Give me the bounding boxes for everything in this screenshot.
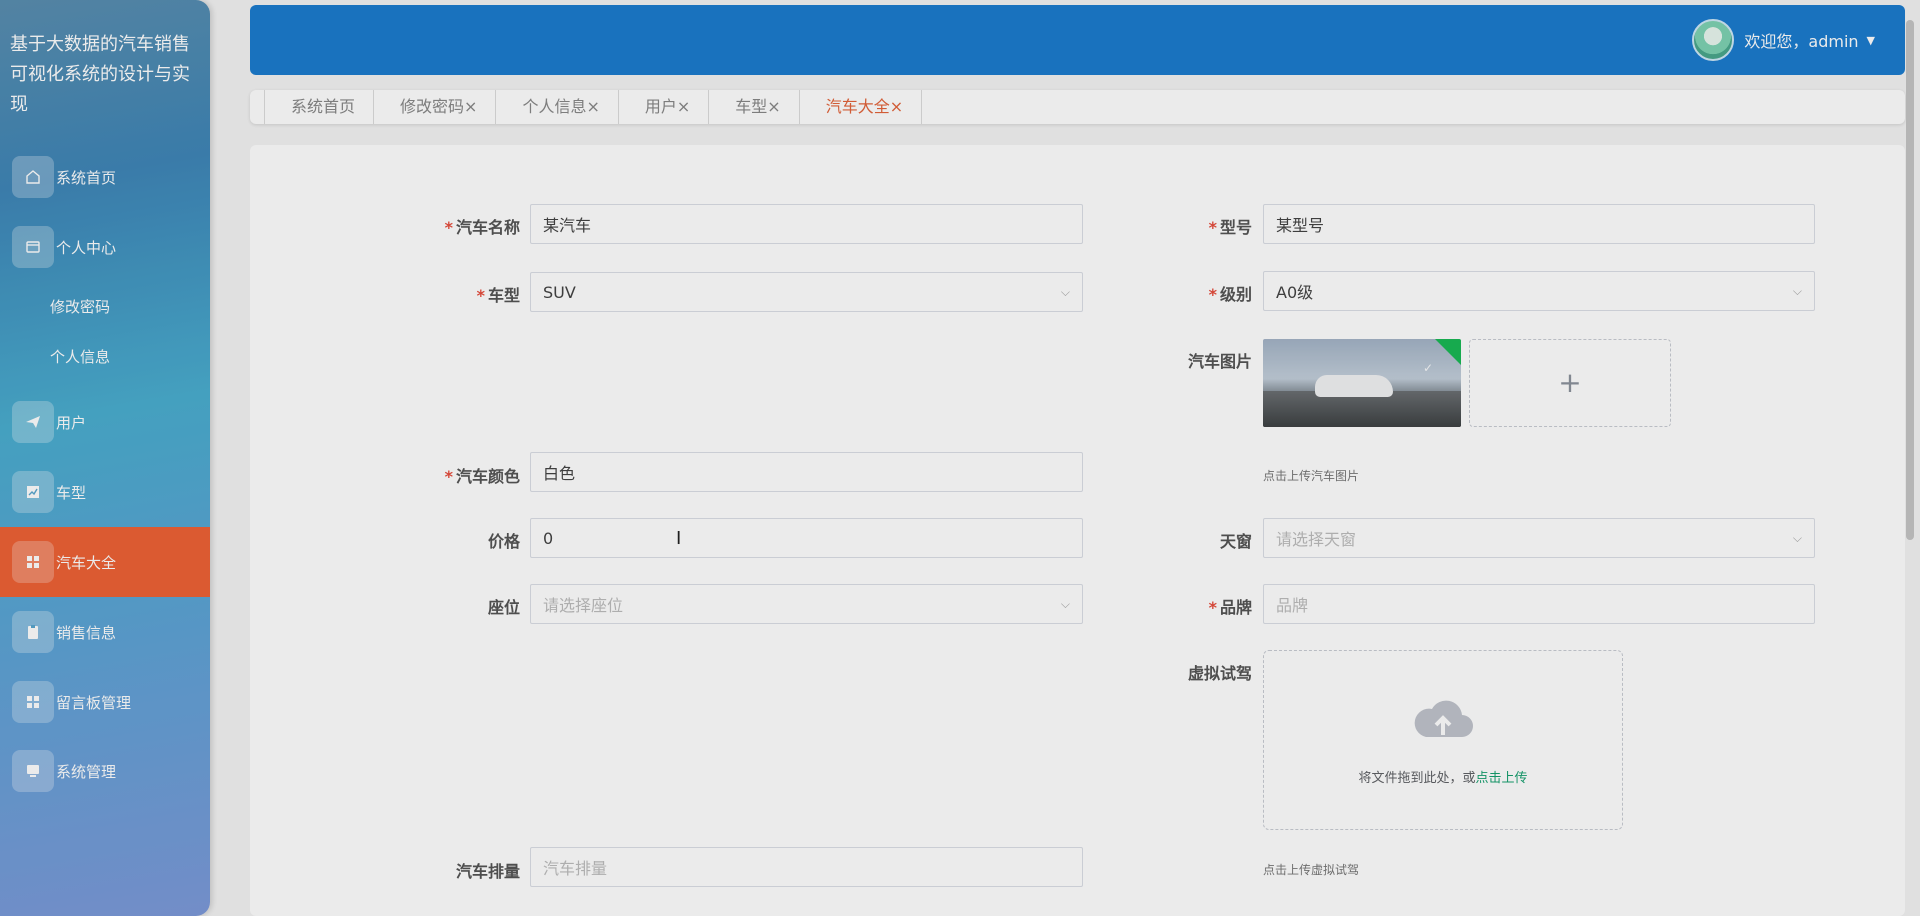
caret-down-icon: ▼ — [1866, 33, 1875, 47]
chart-icon — [12, 471, 54, 513]
menu-item-users[interactable]: 用户 — [0, 387, 210, 457]
dropzone-text: 将文件拖到此处，或点击上传 — [1358, 771, 1528, 786]
level-label: * 级别 — [1208, 285, 1252, 304]
color-label: * 汽车颜色 — [444, 467, 520, 486]
car-image-upload-button[interactable]: + — [1469, 339, 1671, 427]
card-icon — [12, 226, 54, 268]
chevron-down-icon: ⌵ — [1792, 283, 1802, 298]
menu-item-label: 汽车大全 — [56, 553, 117, 572]
upload-success-badge — [1435, 339, 1461, 365]
menu-item-label: 车型 — [56, 483, 87, 502]
car-name-input[interactable]: 某汽车 — [530, 204, 1083, 244]
displacement-label: 汽车排量 — [455, 862, 520, 881]
send-icon — [12, 401, 54, 443]
menu-item-label: 销售信息 — [56, 623, 117, 642]
brand-label: * 品牌 — [1208, 598, 1252, 617]
brand-input[interactable]: 品牌 — [1263, 584, 1815, 624]
check-icon: ✓ — [1422, 361, 1433, 375]
menu-item-personal-center[interactable]: 个人中心 — [0, 212, 210, 282]
virtual-drive-hint: 点击上传虚拟试驾 — [1263, 863, 1360, 877]
tab-users[interactable]: 用户× — [619, 90, 710, 124]
top-header: 欢迎您，admin ▼ — [250, 5, 1905, 75]
menu-item-home[interactable]: 系统首页 — [0, 142, 210, 212]
page-scrollbar[interactable] — [1906, 0, 1916, 916]
tab-home[interactable]: 系统首页 — [264, 90, 375, 124]
home-icon — [12, 156, 54, 198]
submenu-item-personal-info[interactable]: 个人信息 — [50, 346, 110, 367]
user-welcome-label: 欢迎您，admin — [1744, 32, 1859, 51]
car-type-value: SUV — [543, 282, 576, 302]
app-title: 基于大数据的汽车销售可视化系统的设计与实现 — [10, 34, 190, 115]
avatar — [1692, 19, 1735, 61]
text-cursor-icon: Ι — [676, 528, 682, 549]
level-value: A0级 — [1276, 283, 1314, 302]
menu-item-label: 留言板管理 — [56, 693, 132, 712]
click-upload-link[interactable]: 点击上传 — [1476, 771, 1528, 786]
scrollbar-thumb[interactable] — [1906, 20, 1914, 540]
model-no-input[interactable]: 某型号 — [1263, 204, 1815, 244]
car-photo — [1315, 375, 1393, 397]
menu-item-label: 个人中心 — [56, 238, 117, 257]
model-no-label: * 型号 — [1208, 218, 1252, 237]
car-image-thumbnail[interactable]: ✓ — [1263, 339, 1461, 427]
price-label: 价格 — [487, 532, 520, 551]
upload-cloud-icon — [1414, 700, 1473, 737]
menu-item-system-management[interactable]: 系统管理 — [0, 736, 210, 806]
tab-car-catalog[interactable]: 汽车大全× — [800, 90, 923, 124]
menu-item-car-types[interactable]: 车型 — [0, 457, 210, 527]
menu-item-message-board[interactable]: 留言板管理 — [0, 667, 210, 737]
car-image-hint: 点击上传汽车图片 — [1263, 469, 1360, 483]
car-type-label: * 车型 — [476, 286, 520, 305]
virtual-drive-dropzone[interactable]: 将文件拖到此处，或点击上传 — [1263, 650, 1623, 830]
monitor-icon — [12, 750, 54, 792]
sunroof-placeholder: 请选择天窗 — [1276, 530, 1357, 549]
tab-change-password[interactable]: 修改密码× — [374, 90, 497, 124]
clipboard-icon — [12, 611, 54, 653]
menu-item-sales-info[interactable]: 销售信息 — [0, 597, 210, 667]
submenu-item-change-password[interactable]: 修改密码 — [50, 296, 110, 317]
tab-bar: 系统首页 修改密码× 个人信息× 用户× 车型× 汽车大全× — [250, 90, 1905, 124]
user-menu[interactable]: 欢迎您，admin ▼ — [1692, 19, 1875, 61]
menu-item-label: 系统首页 — [56, 168, 117, 187]
menu-item-label: 系统管理 — [56, 762, 117, 781]
chevron-down-icon: ⌵ — [1060, 284, 1070, 299]
grid-icon — [12, 541, 54, 583]
seats-select[interactable]: 请选择座位 ⌵ — [530, 584, 1083, 624]
tab-personal-info[interactable]: 个人信息× — [496, 90, 619, 124]
grid-icon — [12, 681, 54, 723]
virtual-drive-label: 虚拟试驾 — [1187, 664, 1252, 683]
level-select[interactable]: A0级 ⌵ — [1263, 271, 1815, 311]
chevron-down-icon: ⌵ — [1060, 596, 1070, 611]
seats-label: 座位 — [487, 598, 520, 617]
price-input[interactable]: 0 — [530, 518, 1083, 558]
car-type-select[interactable]: SUV ⌵ — [530, 272, 1083, 312]
sunroof-label: 天窗 — [1219, 532, 1252, 551]
tab-car-types[interactable]: 车型× — [709, 90, 800, 124]
displacement-input[interactable]: 汽车排量 — [530, 847, 1083, 887]
sunroof-select[interactable]: 请选择天窗 ⌵ — [1263, 518, 1815, 558]
sidebar: 基于大数据的汽车销售可视化系统的设计与实现 系统首页 个人中心 修改密码 个人信… — [0, 0, 210, 916]
plus-icon: + — [1558, 366, 1582, 399]
color-input[interactable]: 白色 — [530, 452, 1083, 492]
seats-placeholder: 请选择座位 — [543, 596, 624, 615]
menu-item-car-catalog[interactable]: 汽车大全 — [0, 527, 210, 597]
car-image-label: 汽车图片 — [1187, 352, 1252, 371]
car-name-label: * 汽车名称 — [444, 218, 520, 237]
menu-item-label: 用户 — [56, 413, 87, 432]
chevron-down-icon: ⌵ — [1792, 530, 1802, 545]
